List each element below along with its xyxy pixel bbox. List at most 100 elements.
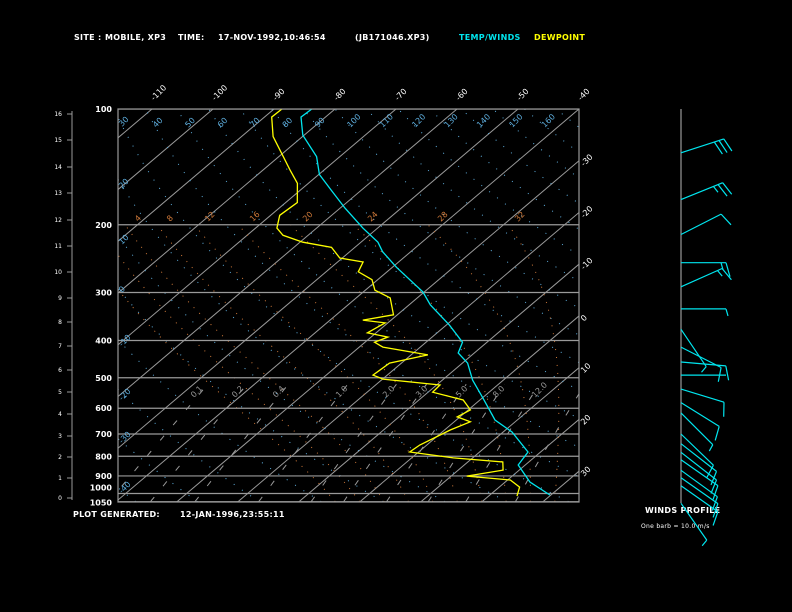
moist-adiabat (290, 224, 483, 502)
isotherm-label-top: -110 (149, 83, 168, 102)
isotherm (420, 367, 579, 502)
isotherm-label-right: 30 (579, 465, 593, 479)
wind-barb (680, 213, 732, 236)
moist-adiabat (156, 224, 409, 502)
dry-adiabat-label: 60 (216, 116, 230, 130)
isotherm-label-right: 10 (579, 361, 593, 375)
dry-adiabat (303, 109, 579, 336)
moist-adiabat-label: 28 (436, 210, 450, 224)
dry-adiabat (239, 109, 579, 391)
mixing-ratio-label: 3.0 (414, 384, 429, 399)
wind-barb (680, 182, 733, 201)
height-tick-label: 4 (58, 411, 62, 418)
wind-barb (680, 267, 732, 288)
dewpoint-line (271, 109, 521, 497)
mixing-ratio-label: 1.0 (334, 384, 349, 399)
moist-adiabat (194, 224, 434, 502)
height-tick-label: 12 (54, 217, 62, 224)
dry-adiabat-label: -10 (117, 333, 133, 349)
pressure-tick-label: 200 (95, 221, 112, 230)
height-tick-label: 16 (54, 111, 62, 118)
isotherm-label-top: -100 (210, 83, 229, 102)
isotherm-label-right: 0 (579, 313, 589, 323)
mixing-ratio-line (150, 383, 248, 502)
dry-adiabat-label: 30 (117, 115, 131, 129)
wind-barb (680, 502, 708, 547)
isotherm (118, 109, 458, 398)
isotherm-label-right: -10 (579, 256, 595, 272)
dry-adiabat-label: 70 (248, 116, 262, 130)
temperature-line (300, 109, 551, 496)
isotherm (118, 109, 153, 139)
isotherm (118, 109, 275, 242)
pressure-tick-label: 500 (95, 374, 112, 383)
wind-barb (680, 402, 720, 441)
isotherm-label-top: -50 (515, 87, 531, 103)
dry-adiabat-label: 50 (183, 116, 197, 130)
pressure-tick-label: 300 (95, 288, 112, 297)
isotherm (542, 470, 579, 502)
moist-adiabat-label: 16 (248, 210, 262, 224)
dry-adiabat (118, 234, 446, 502)
height-tick-label: 15 (54, 137, 62, 144)
isotherm (604, 109, 792, 502)
height-tick-label: 9 (58, 295, 62, 302)
dry-adiabat (118, 178, 508, 502)
wind-profile (680, 109, 733, 547)
moist-adiabat-label: 20 (301, 210, 315, 224)
wind-barb (680, 388, 725, 417)
pressure-tick-label: 1050 (90, 499, 113, 508)
mixing-ratio-line (258, 383, 349, 502)
mixing-ratio-line (194, 383, 289, 502)
mixing-ratio-line (310, 384, 397, 502)
height-tick-label: 14 (54, 164, 62, 171)
height-tick-label: 8 (58, 319, 62, 326)
height-tick-label: 2 (58, 454, 62, 461)
dry-adiabat-label: -20 (117, 387, 133, 403)
background-lines: 40 50 60 70 80 90 100 110 120 130 140 150 1603020100… (117, 109, 792, 502)
height-tick-label: 7 (58, 343, 62, 350)
dry-adiabat (271, 109, 579, 364)
dry-adiabat (524, 109, 579, 154)
pressure-tick-label: 900 (95, 472, 112, 481)
height-tick-label: 11 (54, 243, 62, 250)
dry-adiabat-label: 140 (475, 112, 492, 129)
wind-barb (680, 328, 707, 373)
isotherm (118, 109, 579, 501)
mixing-ratio-label: 12.0 (530, 380, 549, 399)
height-tick-label: 6 (58, 367, 62, 374)
isotherm (298, 263, 579, 502)
isotherm-label-top: -40 (576, 87, 592, 103)
dry-adiabat (176, 109, 579, 449)
dry-adiabat-label: 110 (378, 112, 395, 129)
height-tick-label: 1 (58, 475, 62, 482)
dry-adiabat (208, 109, 579, 420)
mixing-ratio-line (514, 392, 579, 502)
wind-barb (680, 412, 714, 452)
pressure-tick-label: 1000 (90, 484, 113, 493)
dry-adiabat (555, 109, 579, 128)
mixing-ratio-line (427, 384, 506, 502)
axes: 1002003004005006007008009001000105001234… (54, 83, 594, 507)
mixing-ratio-label: 5.0 (454, 384, 469, 399)
mixing-ratio-label: 0.4 (271, 384, 286, 399)
dry-adiabat-label: -30 (117, 430, 133, 446)
pressure-tick-label: 600 (95, 404, 112, 413)
height-tick-label: 10 (54, 269, 62, 276)
moist-adiabat (118, 254, 361, 502)
dry-adiabat (118, 338, 322, 502)
isotherm-label-top: -90 (271, 87, 287, 103)
isotherm-label-top: -70 (393, 87, 409, 103)
isotherm (118, 109, 336, 294)
isotherm-label-right: -20 (579, 204, 595, 220)
dry-adiabat (397, 109, 579, 256)
mixing-ratio-label: 2.0 (381, 384, 396, 399)
height-tick-label: 3 (58, 433, 62, 440)
moist-adiabat-label: 8 (165, 213, 175, 223)
isotherm (665, 109, 792, 502)
moist-adiabat-label: 32 (513, 210, 527, 224)
pressure-tick-label: 700 (95, 430, 112, 439)
dry-adiabat-label: 80 (281, 116, 295, 130)
dry-adiabat (492, 109, 579, 179)
dry-adiabat (460, 109, 579, 205)
